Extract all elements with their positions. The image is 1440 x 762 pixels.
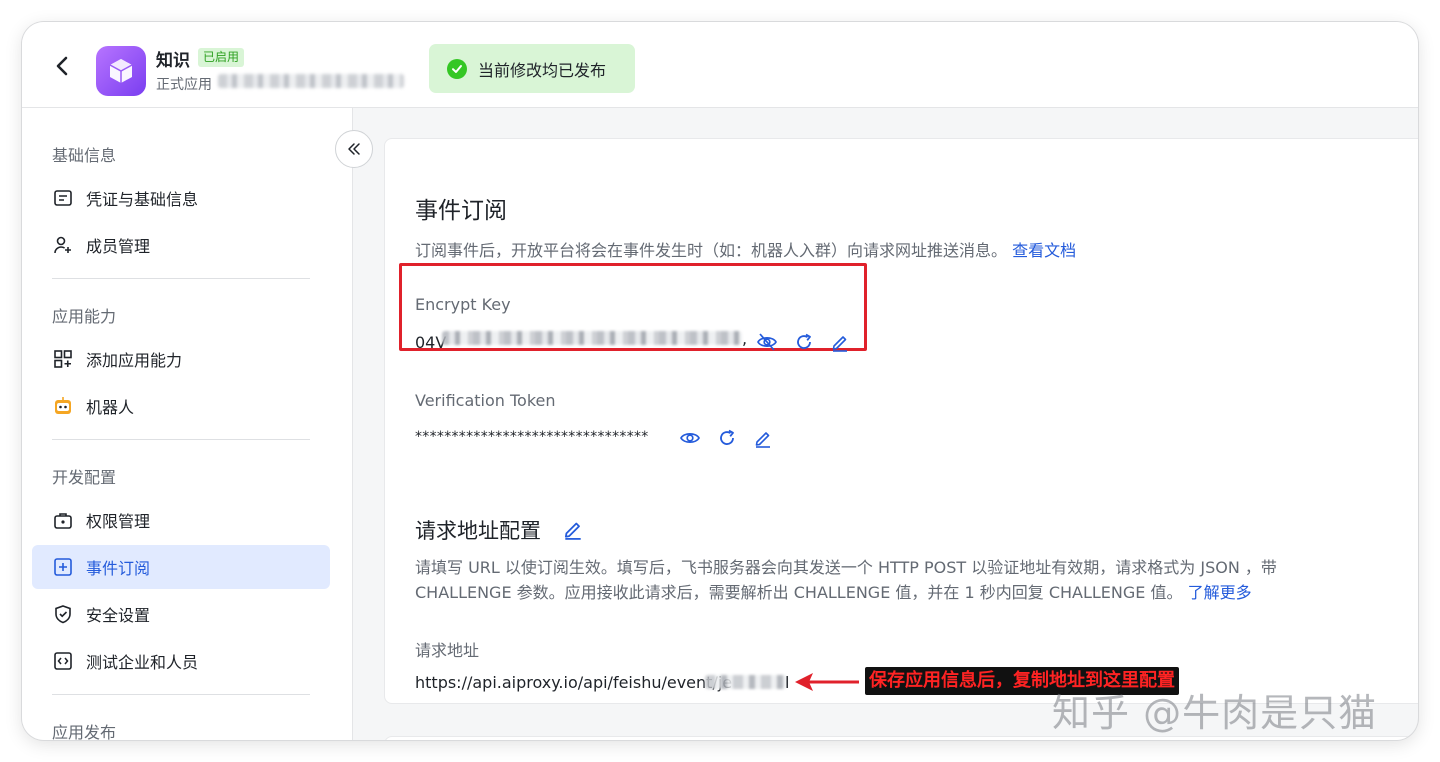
credential-icon [52,187,74,209]
event-subscription-icon [52,556,74,578]
double-chevron-left-icon [348,143,360,155]
app-id-redacted [218,74,404,88]
section-title-dev-config: 开发配置 [52,468,117,487]
divider [52,278,310,279]
section-title-basic: 基础信息 [52,146,117,165]
sidebar-item-add-capability[interactable]: 添加应用能力 [32,337,330,381]
divider [52,439,310,440]
refresh-icon [720,429,734,445]
app-type-label: 正式应用 [156,77,212,93]
chevron-left-icon [56,56,68,76]
sidebar-item-robot[interactable]: 机器人 [32,384,330,428]
sidebar-item-credentials[interactable]: 凭证与基础信息 [32,176,330,220]
encrypt-key-suffix: , [742,329,748,348]
toggle-visibility-button[interactable] [756,331,778,353]
edit-token-button[interactable] [752,427,774,449]
sidebar-item-label: 凭证与基础信息 [86,190,199,209]
request-config-description-line2: CHALLENGE 参数。应用接收此请求后，需要解析出 CHALLENGE 值，… [415,580,1375,605]
sidebar-item-permissions[interactable]: 权限管理 [32,498,330,542]
grid-add-icon [52,348,74,370]
sidebar-item-label: 机器人 [86,398,135,417]
sidebar-item-label: 权限管理 [86,512,151,531]
regenerate-key-button[interactable] [793,331,815,353]
eye-icon [680,433,700,443]
permission-icon [52,509,74,531]
sidebar-item-label: 添加应用能力 [86,351,183,370]
request-url-label: 请求地址 [415,641,480,660]
publish-status-toast: 当前修改均已发布 [429,44,635,93]
request-url-value[interactable]: https://api.aiproxy.io/api/feishu/event/… [415,673,732,692]
collapse-sidebar-button[interactable] [335,130,373,168]
edit-request-config-button[interactable] [561,517,585,541]
page-description: 订阅事件后，开放平台将会在事件发生时（如：机器人入群）向请求网址推送消息。 查看… [415,237,1076,261]
sidebar-item-label: 成员管理 [86,237,151,256]
edit-key-button[interactable] [829,331,851,353]
sidebar-item-event-subscription[interactable]: 事件订阅 [32,545,330,589]
publish-status-text: 当前修改均已发布 [478,60,607,80]
refresh-icon [797,333,811,349]
sidebar: 基础信息 凭证与基础信息 成员管理 应用能力 添加应用能力 机器人 开发配置 权… [22,108,353,740]
watermark: 知乎 @牛肉是只猫 [1052,691,1378,735]
check-circle-icon [447,58,467,79]
regenerate-token-button[interactable] [716,427,738,449]
status-badge: 已启用 [198,48,245,67]
top-header: 知识 已启用 正式应用 当前修改均已发布 [22,22,1418,108]
edit-pencil-icon [564,522,581,540]
sidebar-item-members[interactable]: 成员管理 [32,223,330,267]
page-title: 事件订阅 [415,198,507,224]
request-config-title: 请求地址配置 [415,519,541,543]
test-code-icon [52,650,74,672]
eye-off-icon [757,333,777,351]
paragraph-text: CHALLENGE 参数。应用接收此请求后，需要解析出 CHALLENGE 值，… [415,583,1183,602]
sidebar-item-label: 安全设置 [86,606,151,625]
encrypt-key-redacted [442,331,742,345]
back-button[interactable] [52,54,74,78]
edit-pencil-icon [832,336,847,352]
robot-icon [52,395,74,417]
toggle-token-visibility-button[interactable] [679,427,701,449]
section-title-capability: 应用能力 [52,307,117,326]
event-subscription-card: 事件订阅 订阅事件后，开放平台将会在事件发生时（如：机器人入群）向请求网址推送消… [384,138,1418,704]
annotation-arrow-icon [795,673,859,691]
sidebar-item-test-users[interactable]: 测试企业和人员 [32,639,330,683]
verification-token-label: Verification Token [415,391,556,410]
section-title-publish: 应用发布 [52,723,117,740]
app-logo-icon [96,46,146,96]
sidebar-item-label: 测试企业和人员 [86,653,199,672]
learn-more-link[interactable]: 了解更多 [1188,583,1252,602]
divider [52,694,310,695]
verification-token-value: ******************************** [415,429,649,445]
request-url-suffix: l [785,673,790,692]
app-window: 知识 已启用 正式应用 当前修改均已发布 基础信息 凭证与基础信息 成员管理 应… [22,22,1418,740]
encrypt-key-label: Encrypt Key [415,295,511,314]
app-name: 知识 [156,51,190,71]
member-add-icon [52,234,74,256]
request-url-redacted [705,675,787,689]
request-config-description-line1: 请填写 URL 以使订阅生效。填写后，飞书服务器会向其发送一个 HTTP POS… [415,558,1277,577]
shield-icon [52,603,74,625]
sidebar-item-security[interactable]: 安全设置 [32,592,330,636]
sidebar-item-label: 事件订阅 [86,559,151,578]
description-text: 订阅事件后，开放平台将会在事件发生时（如：机器人入群）向请求网址推送消息。 [415,241,1008,260]
view-docs-link[interactable]: 查看文档 [1012,241,1076,260]
edit-pencil-icon [755,432,770,448]
